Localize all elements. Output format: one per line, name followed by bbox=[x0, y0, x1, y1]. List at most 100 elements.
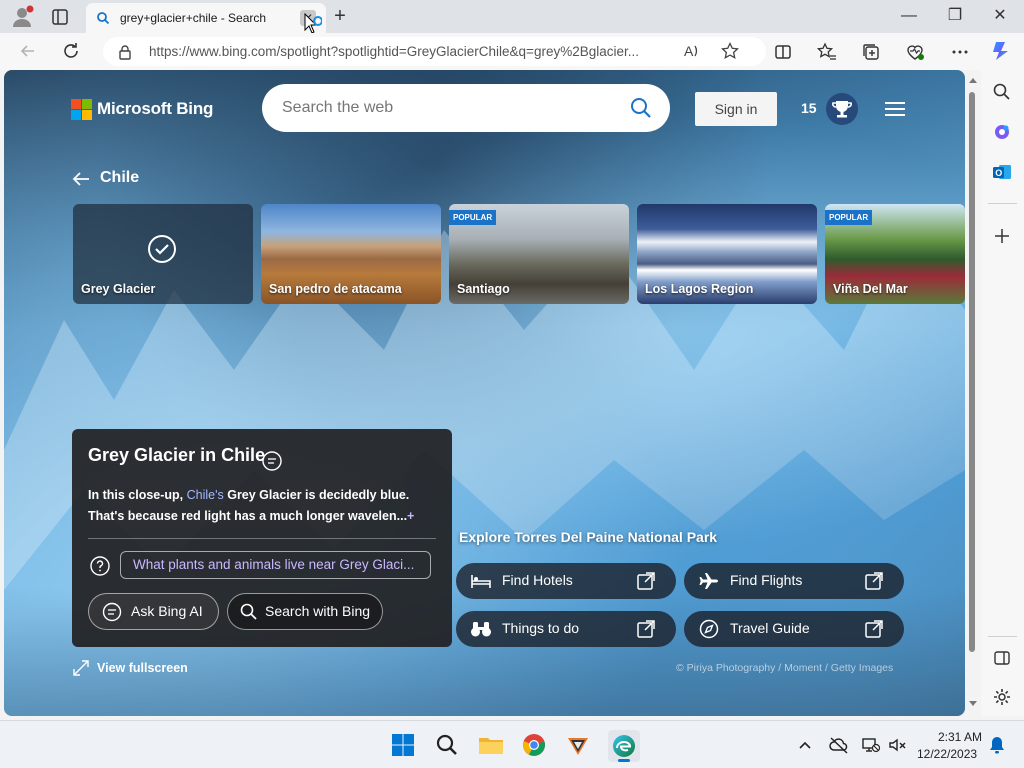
search-with-bing-label: Search with Bing bbox=[265, 603, 371, 619]
scroll-up-arrow-icon[interactable] bbox=[968, 76, 978, 84]
find-hotels-label: Find Hotels bbox=[502, 572, 573, 588]
external-link-icon bbox=[865, 620, 883, 638]
bing-search-favicon bbox=[96, 11, 110, 25]
travel-guide-label: Travel Guide bbox=[730, 620, 810, 636]
search-box[interactable] bbox=[262, 84, 670, 132]
chat-bubble-icon[interactable] bbox=[261, 450, 283, 472]
explore-title: Explore Torres Del Paine National Park bbox=[459, 529, 718, 545]
search-icon[interactable] bbox=[630, 97, 652, 119]
url-text[interactable]: https://www.bing.com/spotlight?spotlight… bbox=[149, 44, 674, 59]
chile-link[interactable]: Chile's bbox=[187, 488, 224, 502]
sign-in-button[interactable]: Sign in bbox=[695, 92, 777, 126]
svg-text:A: A bbox=[684, 43, 694, 59]
edge-sidebar: O bbox=[981, 70, 1024, 716]
search-with-bing-button[interactable]: Search with Bing bbox=[227, 593, 383, 630]
browser-essentials-icon[interactable] bbox=[905, 42, 925, 62]
taskbar-search-icon[interactable] bbox=[435, 733, 459, 757]
plane-icon bbox=[699, 573, 718, 589]
windows-start-icon[interactable] bbox=[391, 733, 415, 757]
edge-taskbar-icon[interactable] bbox=[608, 730, 640, 762]
profile-icon[interactable] bbox=[10, 5, 34, 29]
bing-logo-text: Microsoft Bing bbox=[97, 99, 214, 118]
card-label: Los Lagos Region bbox=[645, 282, 754, 296]
rewards-trophy-icon[interactable] bbox=[826, 93, 858, 125]
refresh-icon[interactable] bbox=[61, 41, 81, 61]
read-aloud-icon[interactable]: A bbox=[683, 42, 701, 60]
clock-date[interactable]: 12/22/2023 bbox=[917, 747, 977, 761]
address-bar-row: https://www.bing.com/spotlight?spotlight… bbox=[0, 33, 1024, 70]
address-bar[interactable]: https://www.bing.com/spotlight?spotlight… bbox=[103, 37, 766, 66]
split-screen-icon[interactable] bbox=[773, 42, 793, 62]
external-link-icon bbox=[637, 572, 655, 590]
tab-active[interactable]: grey+glacier+chile - Search ✕ bbox=[86, 3, 326, 34]
sidebar-settings-gear-icon[interactable] bbox=[992, 687, 1012, 707]
binoculars-icon bbox=[471, 622, 491, 637]
card-label: Grey Glacier bbox=[81, 282, 156, 296]
tab-actions-icon[interactable] bbox=[50, 7, 70, 27]
find-hotels-button[interactable]: Find Hotels bbox=[456, 563, 676, 599]
hamburger-menu-icon[interactable] bbox=[884, 100, 906, 118]
sidebar-add-icon[interactable] bbox=[992, 226, 1012, 246]
find-flights-button[interactable]: Find Flights bbox=[684, 563, 904, 599]
card-grey-glacier[interactable]: Grey Glacier bbox=[73, 204, 253, 304]
info-title: Grey Glacier in Chile bbox=[88, 445, 266, 465]
question-icon bbox=[89, 555, 111, 577]
new-tab-button[interactable]: + bbox=[328, 4, 352, 28]
maximize-button[interactable]: ❐ bbox=[943, 4, 967, 28]
things-to-do-button[interactable]: Things to do bbox=[456, 611, 676, 647]
card-santiago[interactable]: POPULAR Santiago bbox=[449, 204, 629, 304]
minimize-button[interactable]: — bbox=[897, 4, 921, 28]
app-pen-tool-icon[interactable] bbox=[565, 732, 591, 758]
read-more-button[interactable]: + bbox=[407, 509, 414, 523]
network-status-icon[interactable] bbox=[861, 735, 881, 755]
card-label: Viña Del Mar bbox=[833, 282, 908, 296]
card-san-pedro-de-atacama[interactable]: San pedro de atacama bbox=[261, 204, 441, 304]
tab-strip: grey+glacier+chile - Search ✕ + — ❐ ✕ bbox=[0, 0, 1024, 34]
expand-icon bbox=[73, 660, 89, 676]
microsoft-logo-icon bbox=[71, 99, 92, 120]
sidebar-search-icon[interactable] bbox=[992, 82, 1012, 102]
favorite-star-icon[interactable] bbox=[721, 42, 739, 60]
rewards-points[interactable]: 15 bbox=[801, 100, 817, 116]
things-to-do-label: Things to do bbox=[502, 620, 580, 636]
volume-muted-icon[interactable] bbox=[887, 735, 907, 755]
file-explorer-icon[interactable] bbox=[478, 733, 504, 757]
close-window-button[interactable]: ✕ bbox=[988, 4, 1012, 28]
popular-badge: POPULAR bbox=[449, 210, 497, 225]
scroll-thumb[interactable] bbox=[969, 92, 975, 652]
page-scrollbar[interactable] bbox=[965, 70, 981, 716]
scroll-down-arrow-icon[interactable] bbox=[968, 700, 978, 708]
bed-icon bbox=[471, 575, 491, 588]
chrome-icon[interactable] bbox=[522, 733, 546, 757]
suggested-question-chip[interactable]: What plants and animals live near Grey G… bbox=[120, 551, 431, 579]
cloud-sync-off-icon[interactable] bbox=[829, 735, 849, 755]
travel-guide-button[interactable]: Travel Guide bbox=[684, 611, 904, 647]
desc-prefix: In this close-up, bbox=[88, 488, 187, 502]
search-input[interactable] bbox=[282, 98, 612, 118]
sidebar-outlook-icon[interactable]: O bbox=[992, 162, 1012, 182]
external-link-icon bbox=[865, 572, 883, 590]
copilot-icon[interactable] bbox=[990, 39, 1014, 63]
bing-spotlight-page: Microsoft Bing Sign in 15 Chile Grey Gla… bbox=[4, 70, 965, 716]
more-options-icon[interactable] bbox=[950, 42, 970, 62]
collections-icon[interactable] bbox=[861, 42, 881, 62]
external-link-icon bbox=[637, 620, 655, 638]
show-hidden-icons-chevron-icon[interactable] bbox=[797, 737, 813, 753]
ask-bing-ai-button[interactable]: Ask Bing AI bbox=[88, 593, 219, 630]
sidebar-discover-icon[interactable] bbox=[992, 122, 1012, 142]
lock-icon[interactable] bbox=[118, 44, 132, 60]
clock-time[interactable]: 2:31 AM bbox=[938, 730, 982, 744]
ask-bing-ai-label: Ask Bing AI bbox=[131, 603, 203, 619]
tab-title: grey+glacier+chile - Search bbox=[120, 11, 267, 25]
sidebar-divider bbox=[988, 636, 1017, 637]
divider bbox=[88, 538, 436, 539]
active-app-indicator bbox=[618, 759, 630, 762]
favorites-icon[interactable] bbox=[817, 42, 837, 62]
card-vina-del-mar[interactable]: POPULAR Viña Del Mar bbox=[825, 204, 965, 304]
card-los-lagos-region[interactable]: Los Lagos Region bbox=[637, 204, 817, 304]
selected-check-icon bbox=[147, 234, 177, 264]
photo-credit: © Piriya Photography / Moment / Getty Im… bbox=[676, 662, 894, 674]
back-arrow-icon[interactable] bbox=[18, 41, 38, 61]
sidebar-hide-icon[interactable] bbox=[992, 648, 1012, 668]
notification-bell-icon[interactable] bbox=[988, 735, 1006, 755]
